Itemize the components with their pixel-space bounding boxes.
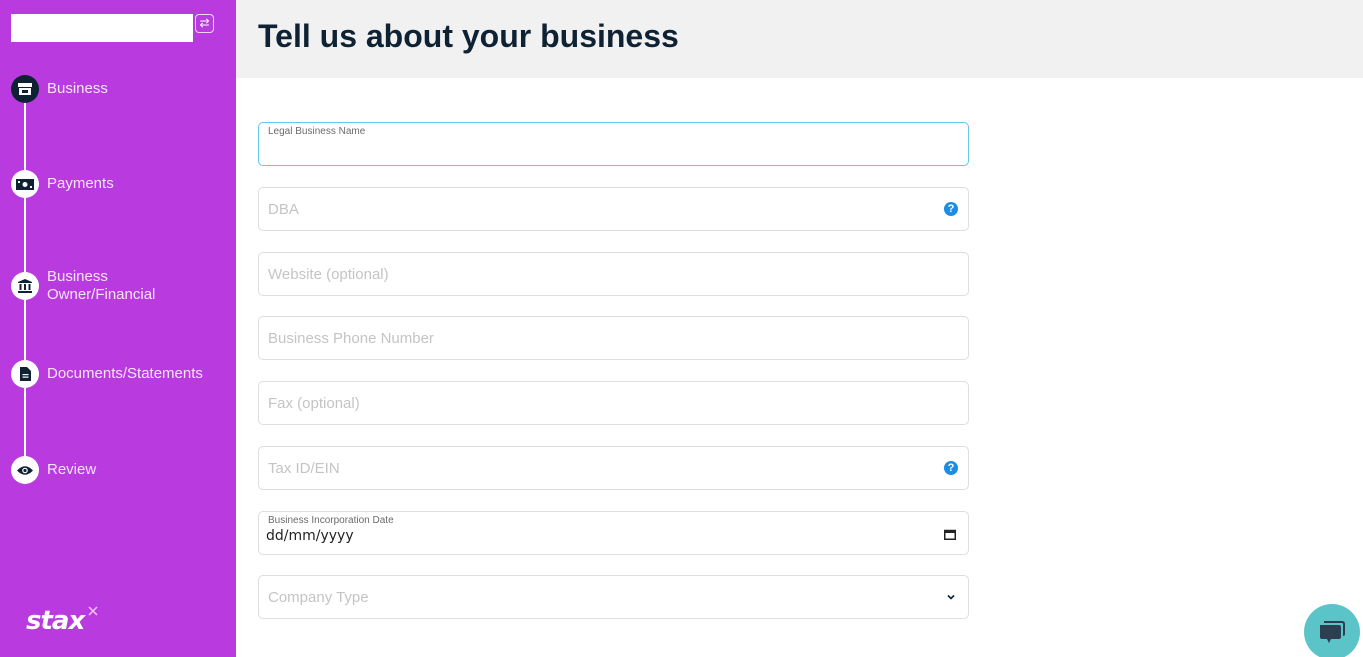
logo-mark-icon <box>88 606 98 616</box>
legal-business-name-input[interactable]: Legal Business Name <box>258 122 969 166</box>
date-value: dd/mm/yyyy <box>266 528 354 544</box>
business-phone-input[interactable]: Business Phone Number <box>258 316 969 360</box>
step-label: Payments <box>47 175 114 192</box>
field-label: Business Incorporation Date <box>268 515 394 526</box>
page-title: Tell us about your business <box>258 18 679 54</box>
sidebar: ⇄ Business Payments Business Owner/Finan… <box>0 0 236 657</box>
field-label: Legal Business Name <box>268 126 366 137</box>
tax-id-input[interactable]: Tax ID/EIN ? <box>258 446 969 490</box>
placeholder: Fax (optional) <box>268 395 360 412</box>
sidebar-step-business[interactable]: Business <box>11 75 108 103</box>
fax-input[interactable]: Fax (optional) <box>258 381 969 425</box>
page-header: Tell us about your business <box>236 0 1363 78</box>
store-icon <box>11 75 39 103</box>
chevron-down-icon <box>947 594 955 600</box>
placeholder: DBA <box>268 201 299 218</box>
bank-icon <box>11 272 39 300</box>
sidebar-step-review[interactable]: Review <box>11 456 96 484</box>
placeholder: Tax ID/EIN <box>268 460 340 477</box>
calendar-icon[interactable] <box>944 529 956 540</box>
placeholder: Company Type <box>268 589 369 606</box>
stax-logo: stax <box>26 606 85 636</box>
document-icon <box>11 360 39 388</box>
step-label: Business Owner/Financial <box>47 268 156 303</box>
switch-icon: ⇄ <box>199 16 210 30</box>
help-icon[interactable]: ? <box>944 461 958 475</box>
placeholder: Website (optional) <box>268 266 389 283</box>
dba-input[interactable]: DBA ? <box>258 187 969 231</box>
switch-account-button[interactable]: ⇄ <box>195 14 214 33</box>
step-label: Business <box>47 80 108 97</box>
money-icon <box>11 170 39 198</box>
step-label: Review <box>47 461 97 478</box>
sidebar-step-documents[interactable]: Documents/Statements <box>11 360 203 388</box>
sidebar-step-business-owner[interactable]: Business Owner/Financial <box>11 268 155 304</box>
step-label: Documents/Statements <box>47 365 203 382</box>
company-type-select[interactable]: Company Type <box>258 575 969 619</box>
placeholder: Business Phone Number <box>268 330 434 347</box>
account-selector[interactable] <box>11 14 193 42</box>
chat-button[interactable] <box>1304 604 1360 657</box>
sidebar-step-payments[interactable]: Payments <box>11 170 114 198</box>
incorporation-date-input[interactable]: Business Incorporation Date dd/mm/yyyy <box>258 511 969 555</box>
eye-icon <box>11 456 39 484</box>
website-input[interactable]: Website (optional) <box>258 252 969 296</box>
help-icon[interactable]: ? <box>944 202 958 216</box>
next-section-label-partial <box>258 650 338 657</box>
chat-icon <box>1320 621 1345 643</box>
